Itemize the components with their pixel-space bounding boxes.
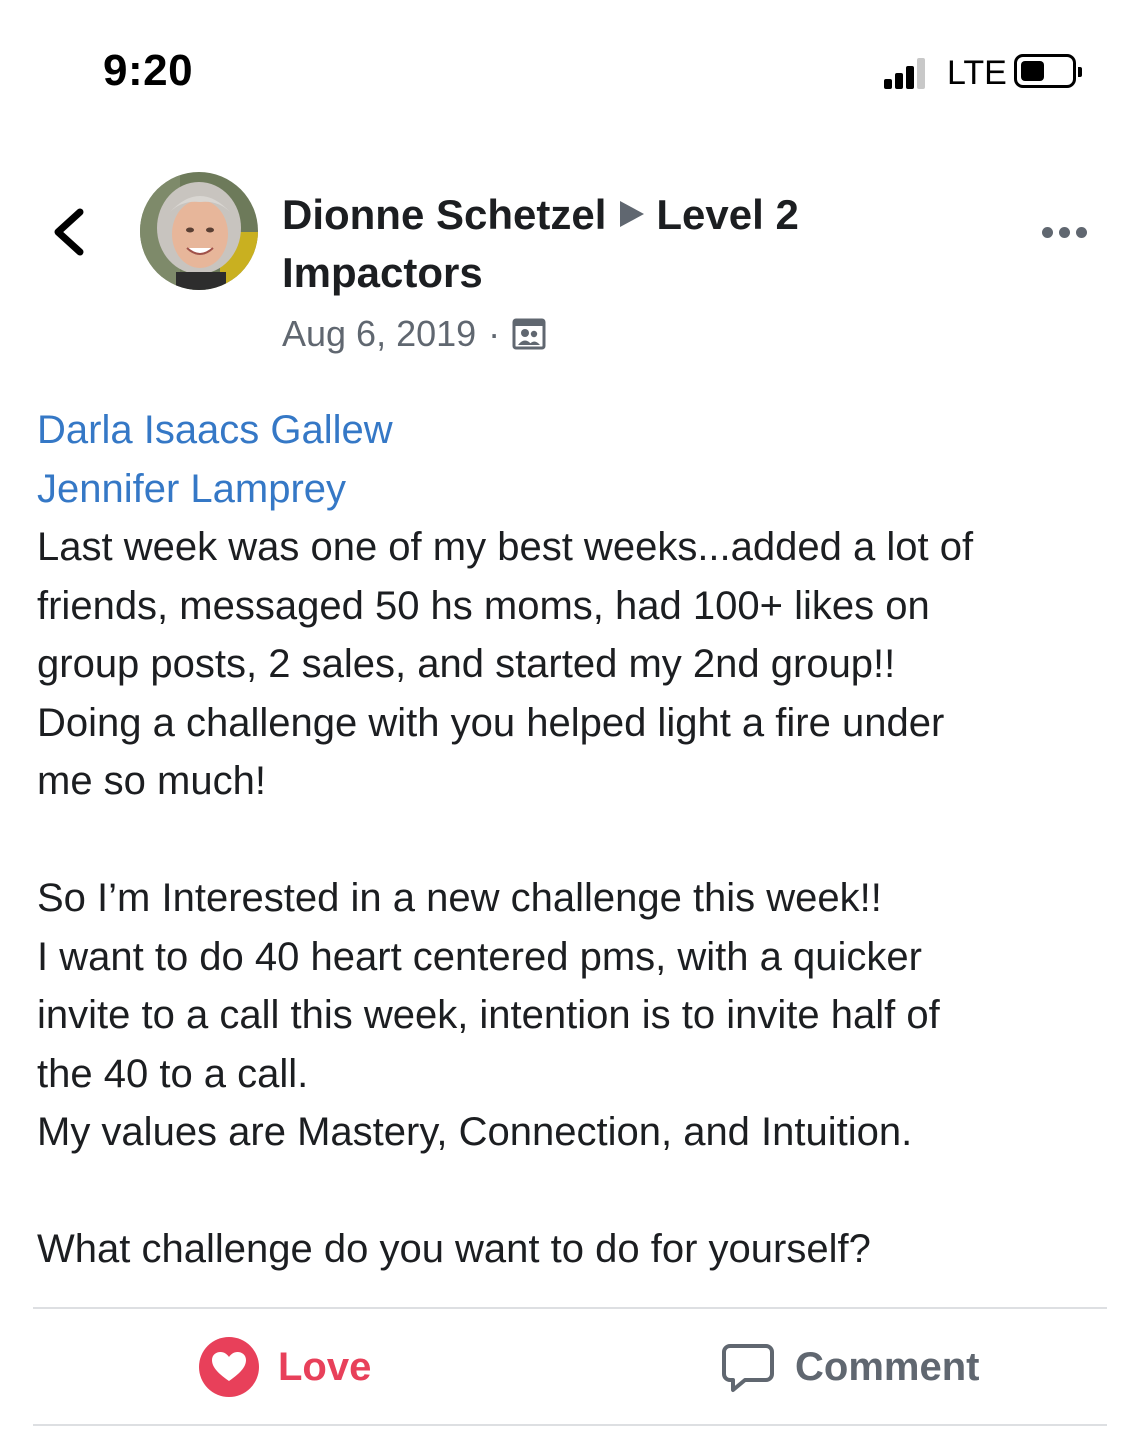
heart-icon	[199, 1337, 259, 1397]
more-dots-icon	[1042, 226, 1053, 238]
post-paragraph-1: Last week was one of my best weeks...add…	[37, 518, 1117, 811]
meta-separator: ·	[488, 313, 501, 354]
comment-button[interactable]: Comment	[721, 1336, 979, 1398]
chevron-left-icon	[54, 208, 84, 256]
battery-icon	[1014, 54, 1082, 88]
post-body: Darla Isaacs Gallew Jennifer Lamprey Las…	[37, 401, 1117, 1279]
post-line: Last week was one of my best weeks...add…	[37, 525, 974, 569]
post-line: invite to a call this week, intention is…	[37, 993, 940, 1037]
more-options-button[interactable]	[1042, 215, 1098, 249]
love-label: Love	[278, 1344, 372, 1389]
cellular-signal-icon	[884, 57, 936, 89]
post-meta: Aug 6, 2019 ·	[282, 312, 1002, 356]
divider-top	[33, 1307, 1107, 1309]
post-header: Dionne Schetzel Level 2 Impactors Aug 6, …	[282, 186, 1002, 356]
post-paragraph-2: So I’m Interested in a new challenge thi…	[37, 869, 1117, 1162]
network-type: LTE	[947, 54, 1007, 92]
author-line: Dionne Schetzel Level 2 Impactors	[282, 186, 1002, 302]
group-audience-icon	[512, 318, 546, 350]
love-button[interactable]: Love	[198, 1336, 371, 1398]
divider-bottom	[33, 1424, 1107, 1426]
post-line: group posts, 2 sales, and started my 2nd…	[37, 642, 896, 686]
author-name[interactable]: Dionne Schetzel	[282, 191, 606, 238]
post-date[interactable]: Aug 6, 2019	[282, 312, 476, 356]
post-line: me so much!	[37, 759, 266, 803]
mention-darla[interactable]: Darla Isaacs Gallew	[37, 401, 1117, 460]
post-line: What challenge do you want to do for you…	[37, 1227, 871, 1271]
status-bar: 9:20 LTE	[0, 0, 1141, 140]
status-time: 9:20	[103, 46, 194, 95]
post-line: So I’m Interested in a new challenge thi…	[37, 876, 882, 920]
arrow-right-icon	[620, 201, 645, 227]
post-line: Doing a challenge with you helped light …	[37, 700, 945, 745]
post-paragraph-3: What challenge do you want to do for you…	[37, 1220, 1117, 1279]
post-action-bar: Love Comment	[33, 1310, 1107, 1425]
post-line: My values are Mastery, Connection, and I…	[37, 1110, 913, 1154]
post-line: the 40 to a call.	[37, 1051, 309, 1096]
battery-fill	[1021, 61, 1044, 81]
back-button[interactable]	[44, 200, 100, 264]
post-line: friends, messaged 50 hs moms, had 100+ l…	[37, 583, 930, 628]
avatar-image	[140, 172, 258, 290]
comment-label: Comment	[795, 1344, 980, 1389]
comment-bubble-icon	[722, 1344, 774, 1392]
author-avatar[interactable]	[140, 172, 258, 290]
post-line: I want to do 40 heart centered pms, with…	[37, 934, 922, 979]
mention-jennifer[interactable]: Jennifer Lamprey	[37, 460, 1117, 519]
